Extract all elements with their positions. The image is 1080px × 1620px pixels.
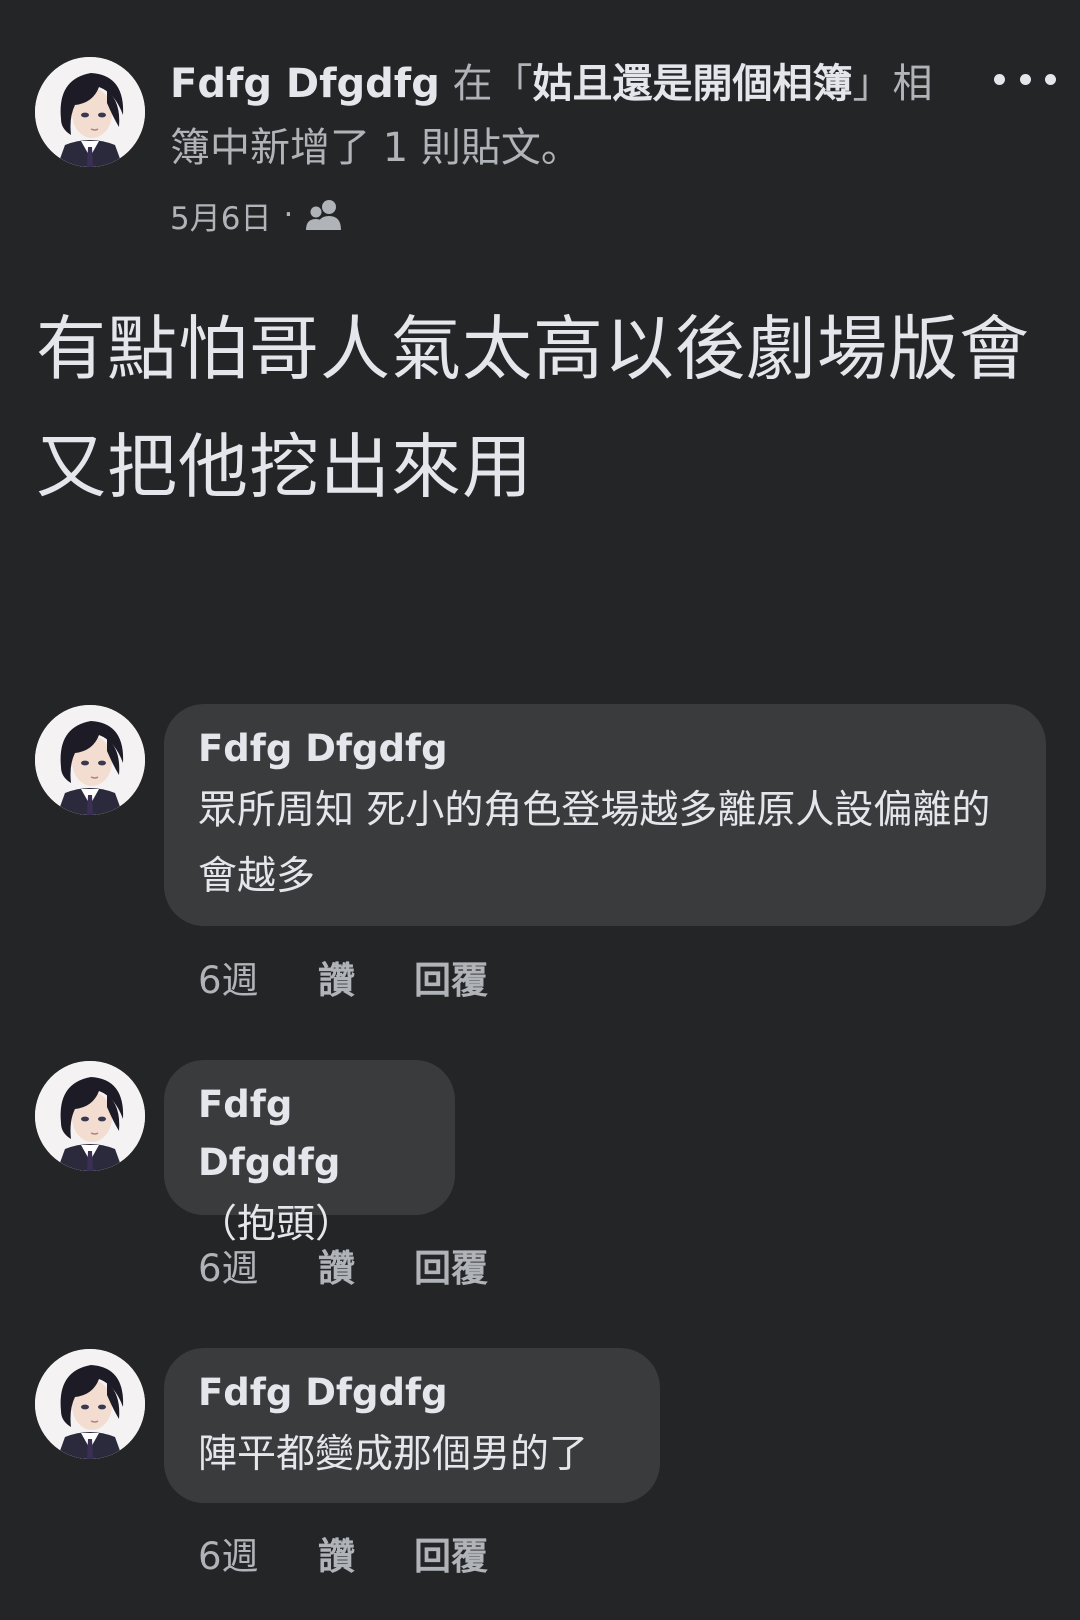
meta-separator: ·: [283, 197, 294, 233]
like-button[interactable]: 讚: [318, 950, 414, 1004]
avatar-portrait-icon: [35, 1349, 145, 1459]
avatar-portrait-icon: [35, 57, 145, 167]
author-avatar[interactable]: [35, 57, 145, 167]
comment-bubble: Fdfg Dfgdfg 陣平都變成那個男的了: [164, 1348, 660, 1503]
post-date[interactable]: 5月6日: [170, 193, 271, 238]
comment-bubble: Fdfg Dfgdfg 眾所周知 死小的角色登場越多離原人設偏離的會越多: [164, 704, 1046, 926]
commenter-avatar[interactable]: [35, 1349, 145, 1459]
post-header-text: Fdfg Dfgdfg 在「姑且還是開個相簿」相簿中新增了 1 則貼文。: [170, 52, 940, 180]
comment-author[interactable]: Fdfg Dfgdfg: [198, 720, 1012, 778]
comment-time[interactable]: 6週: [198, 1238, 318, 1292]
avatar-portrait-icon: [35, 1061, 145, 1171]
comment-actions: 6週 讚 回覆: [198, 1528, 488, 1578]
commenter-avatar[interactable]: [35, 1061, 145, 1171]
post-author-name[interactable]: Fdfg Dfgdfg: [170, 61, 440, 107]
like-button[interactable]: 讚: [318, 1526, 414, 1580]
friends-icon: [305, 198, 343, 232]
reply-button[interactable]: 回覆: [414, 1238, 488, 1292]
album-link[interactable]: 姑且還是開個相簿: [533, 61, 853, 107]
avatar-portrait-icon: [35, 705, 145, 815]
comment-time[interactable]: 6週: [198, 950, 318, 1004]
comment-author[interactable]: Fdfg Dfgdfg: [198, 1076, 421, 1192]
comment-time[interactable]: 6週: [198, 1526, 318, 1580]
reply-button[interactable]: 回覆: [414, 950, 488, 1004]
comment-author[interactable]: Fdfg Dfgdfg: [198, 1364, 626, 1422]
post-action-prefix: 在「: [439, 61, 533, 107]
post-body-text: 有點怕哥人氣太高以後劇場版會又把他挖出來用: [36, 308, 1030, 508]
commenter-avatar[interactable]: [35, 705, 145, 815]
comment-actions: 6週 讚 回覆: [198, 952, 488, 1002]
post-meta: 5月6日 ·: [170, 193, 343, 237]
like-button[interactable]: 讚: [318, 1238, 414, 1292]
comment-text: 眾所周知 死小的角色登場越多離原人設偏離的會越多: [198, 788, 991, 899]
comment-text: 陣平都變成那個男的了: [198, 1432, 589, 1477]
comment-bubble: Fdfg Dfgdfg （抱頭）: [164, 1060, 455, 1247]
comment-actions: 6週 讚 回覆: [198, 1240, 488, 1290]
more-options-icon[interactable]: [994, 64, 1056, 94]
reply-button[interactable]: 回覆: [414, 1526, 488, 1580]
